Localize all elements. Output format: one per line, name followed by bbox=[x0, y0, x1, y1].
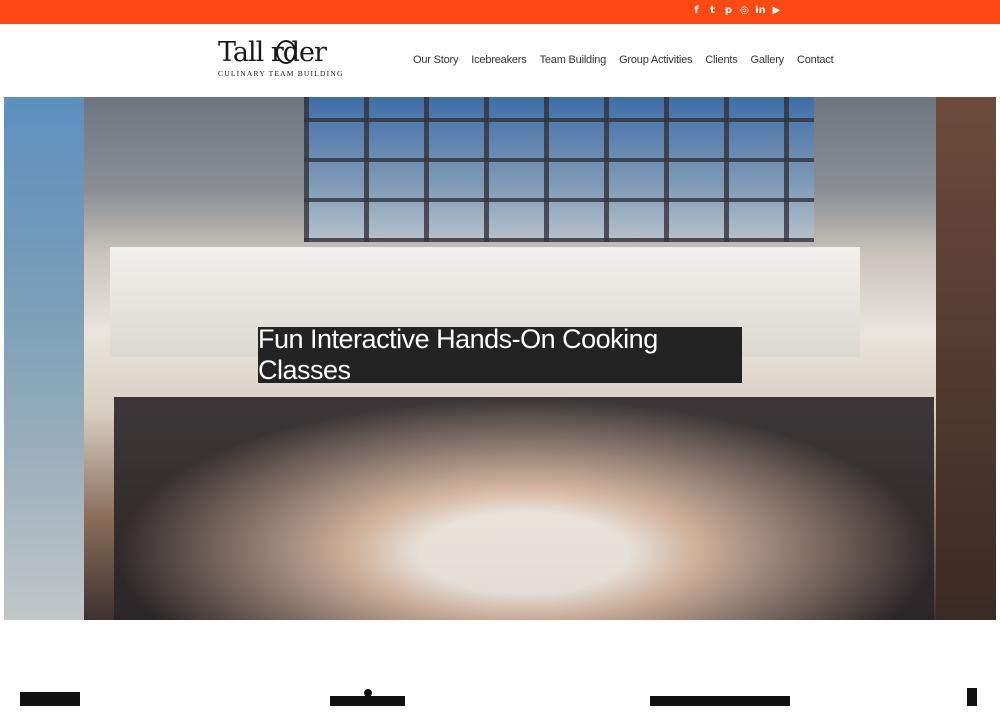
facebook-icon[interactable]: f bbox=[691, 4, 702, 18]
nav-group-activities[interactable]: Group Activities bbox=[619, 54, 692, 66]
client-logo-2 bbox=[330, 682, 405, 712]
youtube-icon[interactable]: ▶ bbox=[771, 4, 782, 18]
nav-team-building[interactable]: Team Building bbox=[540, 54, 607, 66]
top-bar: f t p ◎ in ▶ bbox=[0, 0, 1000, 24]
site-header: Tall rder CULINARY TEAM BUILDING Our Sto… bbox=[0, 24, 1000, 98]
logo-wordmark: Tall rder bbox=[218, 38, 330, 68]
client-logo-4 bbox=[965, 682, 979, 712]
main-nav: Our Story Icebreakers Team Building Grou… bbox=[413, 54, 834, 66]
hero-skylight bbox=[304, 97, 814, 242]
linkedin-icon[interactable]: in bbox=[755, 4, 766, 18]
logo-o-mark bbox=[276, 40, 296, 64]
client-logos-strip bbox=[0, 670, 1000, 706]
hero-window bbox=[4, 97, 84, 620]
client-logo-1 bbox=[20, 682, 80, 712]
logo-tagline: CULINARY TEAM BUILDING bbox=[218, 69, 344, 78]
pinterest-icon[interactable]: p bbox=[723, 4, 734, 18]
site-logo[interactable]: Tall rder CULINARY TEAM BUILDING bbox=[218, 38, 344, 86]
instagram-icon[interactable]: ◎ bbox=[739, 4, 750, 18]
nav-our-story[interactable]: Our Story bbox=[413, 54, 458, 66]
hero-wall bbox=[936, 97, 996, 620]
twitter-icon[interactable]: t bbox=[707, 4, 718, 18]
client-logo-3 bbox=[650, 682, 790, 712]
nav-gallery[interactable]: Gallery bbox=[751, 54, 785, 66]
social-links: f t p ◎ in ▶ bbox=[691, 4, 782, 18]
hero-caption: Fun Interactive Hands-On Cooking Classes bbox=[258, 324, 742, 385]
nav-contact[interactable]: Contact bbox=[797, 54, 834, 66]
nav-icebreakers[interactable]: Icebreakers bbox=[471, 54, 526, 66]
nav-clients[interactable]: Clients bbox=[705, 54, 737, 66]
hero-group-photo bbox=[114, 397, 934, 620]
logo-text: Tall rder bbox=[218, 37, 327, 68]
